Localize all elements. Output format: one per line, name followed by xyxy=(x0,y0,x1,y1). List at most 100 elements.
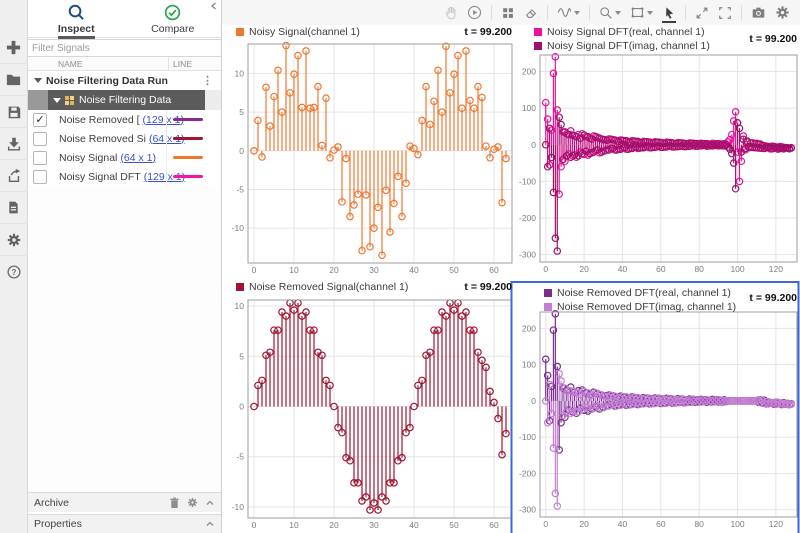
filter-signals-input[interactable] xyxy=(28,39,221,57)
signal-list-empty-area xyxy=(28,186,221,492)
svg-text:20: 20 xyxy=(329,265,339,275)
collapse-triangle-icon[interactable] xyxy=(53,97,61,103)
plot-toolbar xyxy=(222,0,800,25)
import-button[interactable] xyxy=(0,127,28,159)
archive-section-header[interactable]: Archive xyxy=(28,492,221,512)
svg-text:0: 0 xyxy=(252,265,257,275)
bus-grid-icon xyxy=(65,95,74,105)
legend: Noisy Signal DFT(imag, channel 1) xyxy=(534,40,710,52)
signal-row[interactable]: Noise Removed Si (64 x 1) xyxy=(28,129,221,148)
properties-section-header[interactable]: Properties xyxy=(28,514,221,533)
signal-checkbox[interactable] xyxy=(33,169,47,184)
signal-row[interactable]: Noisy Signal (64 x 1) xyxy=(28,148,221,167)
fullscreen-button[interactable] xyxy=(718,6,732,20)
run-group-label: Noise Filtering Data Run xyxy=(46,74,168,87)
save-button[interactable] xyxy=(0,95,28,127)
svg-text:20: 20 xyxy=(579,264,589,274)
collapse-panel-button[interactable] xyxy=(209,1,219,14)
legend: Noise Removed Signal(channel 1) xyxy=(236,280,409,293)
svg-text:0: 0 xyxy=(543,264,548,274)
signal-label: Noisy Signal xyxy=(59,151,118,164)
svg-text:-5: -5 xyxy=(236,452,244,462)
svg-text:50: 50 xyxy=(449,265,459,275)
svg-text:80: 80 xyxy=(694,519,704,529)
svg-text:-10: -10 xyxy=(232,502,245,512)
legend: Noisy Signal(channel 1) xyxy=(236,25,360,38)
zoom-button[interactable] xyxy=(599,6,621,20)
tab-inspect[interactable]: Inspect xyxy=(40,3,112,39)
svg-text:100: 100 xyxy=(730,264,744,274)
help-icon: ? xyxy=(6,264,21,279)
legend-label: Noise Removed Signal(channel 1) xyxy=(249,280,409,293)
left-toolbar: ? xyxy=(0,0,28,533)
archive-label: Archive xyxy=(34,496,70,509)
signal-row[interactable]: ✓ Noise Removed [ (129 x 1) xyxy=(28,110,221,129)
column-header: NAME LINE xyxy=(28,57,221,71)
time-label: t = 99.200 xyxy=(749,33,797,45)
replay-button[interactable] xyxy=(467,5,482,20)
line-swatch[interactable] xyxy=(173,156,203,159)
svg-text:60: 60 xyxy=(489,520,499,530)
legend-chip xyxy=(544,288,552,297)
preferences-button[interactable] xyxy=(0,223,28,255)
zoom-icon xyxy=(600,6,612,19)
run-group-row[interactable]: Noise Filtering Data Run ⋮ xyxy=(28,71,221,90)
svg-text:100: 100 xyxy=(522,103,536,113)
layout-button[interactable] xyxy=(501,6,515,20)
report-button[interactable] xyxy=(0,191,28,223)
data-group-row[interactable]: Noise Filtering Data xyxy=(28,90,221,110)
expand-plot-button[interactable] xyxy=(695,6,709,20)
legend-chip xyxy=(236,282,244,291)
camera-icon xyxy=(752,7,765,18)
export-button[interactable] xyxy=(0,159,28,191)
signal-options-button[interactable] xyxy=(557,5,580,20)
svg-text:10: 10 xyxy=(235,68,245,78)
svg-text:100: 100 xyxy=(522,360,536,370)
kebab-menu-icon[interactable]: ⋮ xyxy=(202,74,213,87)
pan-button[interactable] xyxy=(443,5,458,20)
signal-checkbox[interactable] xyxy=(33,150,47,165)
tab-compare[interactable]: Compare xyxy=(137,3,209,35)
select-cursor-button[interactable] xyxy=(662,6,676,23)
chevron-up-icon[interactable] xyxy=(205,499,215,507)
fit-view-icon xyxy=(631,7,644,18)
legend-label: Noisy Signal(channel 1) xyxy=(249,25,360,38)
help-button[interactable]: ? xyxy=(0,255,28,287)
chevron-up-icon[interactable] xyxy=(205,520,215,528)
svg-text:80: 80 xyxy=(694,264,704,274)
line-swatch[interactable] xyxy=(173,118,203,121)
gear-icon[interactable] xyxy=(187,497,198,508)
signal-row[interactable]: Noisy Signal DFT (129 x 1) xyxy=(28,167,221,186)
legend-chip xyxy=(236,27,244,36)
legend-chip xyxy=(544,302,552,311)
svg-text:30: 30 xyxy=(369,265,379,275)
new-button[interactable] xyxy=(0,32,28,63)
svg-text:40: 40 xyxy=(618,264,628,274)
svg-text:-300: -300 xyxy=(519,505,536,515)
svg-text:0: 0 xyxy=(531,396,536,406)
signal-label: Noise Removed [ xyxy=(59,113,140,126)
legend: Noisy Signal DFT(real, channel 1) xyxy=(534,26,705,38)
clear-plots-button[interactable] xyxy=(524,6,538,20)
line-swatch[interactable] xyxy=(173,175,203,178)
open-button[interactable] xyxy=(0,63,28,95)
settings-button[interactable] xyxy=(775,5,790,20)
svg-text:30: 30 xyxy=(369,520,379,530)
svg-text:-100: -100 xyxy=(519,176,536,186)
svg-text:0: 0 xyxy=(531,140,536,150)
snapshot-button[interactable] xyxy=(751,5,766,20)
app-window: ? Inspect Compare NAME LINE Noise Filter… xyxy=(0,0,800,533)
line-swatch[interactable] xyxy=(173,137,203,140)
import-icon xyxy=(7,137,20,150)
svg-text:-300: -300 xyxy=(519,250,536,260)
legend-chip xyxy=(534,41,542,50)
signal-checkbox[interactable]: ✓ xyxy=(33,112,47,127)
dims-link[interactable]: (64 x 1) xyxy=(120,152,156,164)
charts-canvas[interactable]: 0 10 20 30 40 50 60-10-505100 20 40 60 80 100 120-30… xyxy=(222,0,800,533)
time-label: t = 99.200 xyxy=(464,281,512,293)
collapse-triangle-icon[interactable] xyxy=(34,78,42,83)
fit-to-view-button[interactable] xyxy=(630,5,653,20)
trash-icon[interactable] xyxy=(169,497,180,509)
signal-checkbox[interactable] xyxy=(33,131,47,146)
panel-tabs: Inspect Compare xyxy=(28,0,221,39)
